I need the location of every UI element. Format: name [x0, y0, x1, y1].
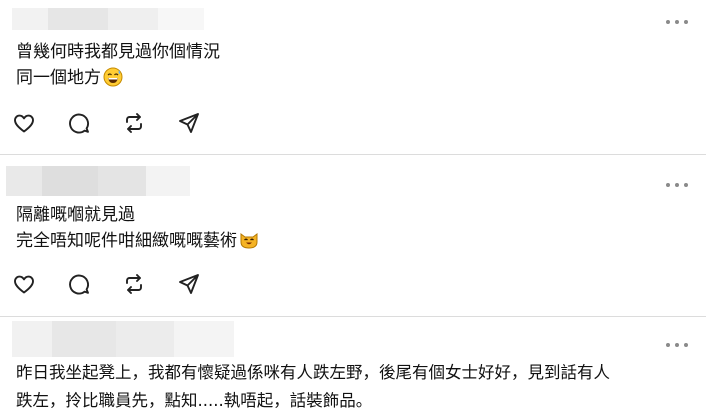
- comment-line: 同一個地方: [16, 65, 220, 95]
- comment-line: 隔離嘅嗰就見過: [16, 205, 135, 225]
- comment-line: 完全唔知呢件咁細緻嘅嘅藝術: [16, 228, 259, 258]
- blurred-username[interactable]: [12, 321, 234, 357]
- more-options-icon[interactable]: [666, 180, 688, 190]
- blurred-username[interactable]: [12, 8, 204, 30]
- action-bar: [12, 272, 232, 296]
- comment-text: 昨日我坐起凳上，我都有懷疑過係咪有人跌左野，後尾有個女士好好，見到話有人 跌左，…: [16, 359, 610, 415]
- action-bar: [12, 111, 232, 135]
- share-icon[interactable]: [177, 111, 201, 135]
- blurred-username[interactable]: [6, 166, 190, 196]
- repost-icon[interactable]: [122, 111, 146, 135]
- smiling-cat-emoji: [239, 230, 259, 258]
- comment-icon[interactable]: [67, 272, 91, 296]
- comment-card: 曾幾何時我都見過你個情況 同一個地方: [0, 0, 706, 154]
- comment-line: 昨日我坐起凳上，我都有懷疑過係咪有人跌左野，後尾有個女士好好，見到話有人: [16, 363, 610, 382]
- comment-text: 隔離嘅嗰就見過 完全唔知呢件咁細緻嘅嘅藝術: [16, 202, 259, 258]
- more-options-icon[interactable]: [666, 17, 688, 27]
- heart-icon[interactable]: [12, 272, 36, 296]
- comment-line: 曾幾何時我都見過你個情況: [16, 42, 220, 62]
- repost-icon[interactable]: [122, 272, 146, 296]
- comment-line: 跌左，拎比職員先，點知.....執唔起，話裝飾品。: [16, 391, 373, 410]
- comment-icon[interactable]: [67, 111, 91, 135]
- heart-icon[interactable]: [12, 111, 36, 135]
- share-icon[interactable]: [177, 272, 201, 296]
- grinning-sweat-emoji: [103, 67, 123, 95]
- more-options-icon[interactable]: [666, 340, 688, 350]
- comment-card: 昨日我坐起凳上，我都有懷疑過係咪有人跌左野，後尾有個女士好好，見到話有人 跌左，…: [0, 316, 706, 415]
- comment-card: 隔離嘅嗰就見過 完全唔知呢件咁細緻嘅嘅藝術: [0, 154, 706, 316]
- comment-text: 曾幾何時我都見過你個情況 同一個地方: [16, 39, 220, 95]
